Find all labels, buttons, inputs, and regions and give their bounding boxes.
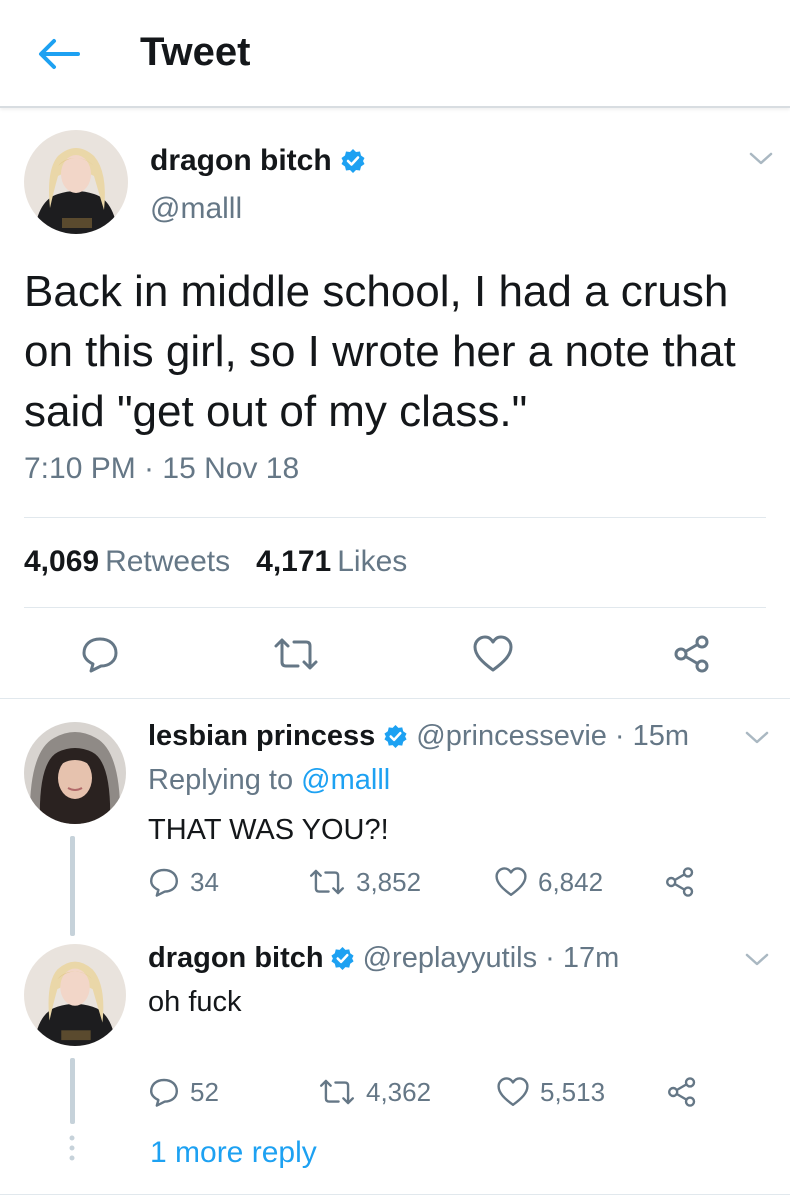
arrow-left-icon bbox=[39, 39, 80, 69]
retweet-icon bbox=[309, 869, 345, 895]
retweet-button[interactable]: 4,362 bbox=[318, 1077, 496, 1108]
author-name[interactable]: dragon bitch bbox=[150, 144, 332, 178]
retweets-stat[interactable]: 4,069 Retweets bbox=[24, 545, 230, 579]
like-button[interactable]: 5,513 bbox=[496, 1076, 666, 1108]
reply-icon bbox=[150, 1078, 178, 1107]
likes-stat[interactable]: 4,171 Likes bbox=[256, 545, 407, 579]
author-name-row[interactable]: dragon bitch bbox=[150, 144, 366, 178]
retweet-icon[interactable] bbox=[272, 636, 320, 672]
verified-badge-icon bbox=[384, 724, 407, 749]
tweet-stats: 4,069 Retweets 4,171 Likes bbox=[24, 545, 407, 579]
chevron-down-icon[interactable] bbox=[744, 952, 770, 968]
likes-count: 4,171 bbox=[256, 545, 332, 578]
reply-author-name[interactable]: lesbian princess bbox=[148, 720, 375, 753]
reply-icon[interactable] bbox=[80, 634, 120, 674]
more-replies-link[interactable]: 1 more reply bbox=[150, 1136, 317, 1170]
reply-text: oh fuck bbox=[148, 986, 242, 1018]
top-bar: Tweet bbox=[0, 0, 790, 108]
reply-author-handle[interactable]: @replayyutils bbox=[363, 942, 538, 975]
share-button[interactable] bbox=[666, 1076, 698, 1108]
back-button[interactable] bbox=[34, 34, 82, 74]
avatar[interactable] bbox=[24, 722, 126, 824]
tweet-text: Back in middle school, I had a crush on … bbox=[24, 267, 736, 436]
reply-count: 52 bbox=[190, 1076, 219, 1107]
reply-author-name[interactable]: dragon bitch bbox=[148, 942, 324, 975]
divider bbox=[24, 517, 766, 518]
avatar[interactable] bbox=[24, 944, 126, 1046]
share-icon bbox=[666, 867, 694, 897]
reply-action-bar: 52 4,362 5,513 bbox=[148, 1076, 698, 1108]
heart-icon bbox=[495, 867, 527, 896]
reply-time: · 17m bbox=[545, 942, 620, 974]
reply-icon bbox=[150, 868, 178, 897]
like-count: 5,513 bbox=[540, 1076, 606, 1107]
section-divider bbox=[0, 1194, 790, 1195]
tweet-timestamp: 7:10 PM · 15 Nov 18 bbox=[24, 452, 300, 485]
retweet-count: 4,362 bbox=[366, 1076, 432, 1107]
avatar[interactable] bbox=[24, 130, 128, 234]
retweet-count: 3,852 bbox=[356, 866, 422, 897]
share-icon bbox=[668, 1077, 696, 1107]
section-divider bbox=[0, 698, 790, 699]
reply-header: dragon bitch @replayyutils · 17m bbox=[148, 942, 619, 975]
reply-header: lesbian princess @princessevie · 15m bbox=[148, 720, 689, 753]
reply-action-bar: 34 3,852 6,842 bbox=[148, 866, 696, 898]
heart-icon bbox=[497, 1077, 529, 1106]
thread-line bbox=[70, 1058, 75, 1124]
thread-line bbox=[70, 836, 75, 936]
chevron-down-icon[interactable] bbox=[748, 151, 774, 167]
share-icon[interactable] bbox=[672, 634, 712, 674]
chevron-down-icon[interactable] bbox=[744, 730, 770, 746]
replying-to-link[interactable]: @malll bbox=[301, 764, 390, 796]
retweets-label: Retweets bbox=[105, 545, 231, 578]
reply-author-handle[interactable]: @princessevie bbox=[416, 720, 607, 753]
share-button[interactable] bbox=[664, 866, 696, 898]
reply-text: THAT WAS YOU?! bbox=[148, 814, 389, 846]
divider bbox=[24, 607, 766, 608]
verified-badge-icon bbox=[341, 149, 365, 173]
thread-dots bbox=[69, 1135, 75, 1161]
reply-count: 34 bbox=[190, 866, 219, 897]
retweet-button[interactable]: 3,852 bbox=[308, 867, 494, 898]
retweets-count: 4,069 bbox=[24, 545, 100, 578]
heart-icon[interactable] bbox=[472, 634, 514, 674]
reply-button[interactable]: 52 bbox=[148, 1076, 318, 1108]
replying-prefix: Replying to bbox=[148, 764, 294, 796]
page-title: Tweet bbox=[140, 30, 251, 74]
like-count: 6,842 bbox=[538, 866, 604, 897]
verified-badge-icon bbox=[331, 946, 354, 971]
replying-to: Replying to @malll bbox=[148, 764, 390, 797]
reply-button[interactable]: 34 bbox=[148, 866, 308, 898]
reply-time: · 15m bbox=[614, 720, 690, 752]
likes-label: Likes bbox=[337, 545, 408, 578]
retweet-icon bbox=[319, 1079, 355, 1105]
like-button[interactable]: 6,842 bbox=[494, 866, 664, 898]
author-handle[interactable]: @malll bbox=[150, 192, 242, 226]
